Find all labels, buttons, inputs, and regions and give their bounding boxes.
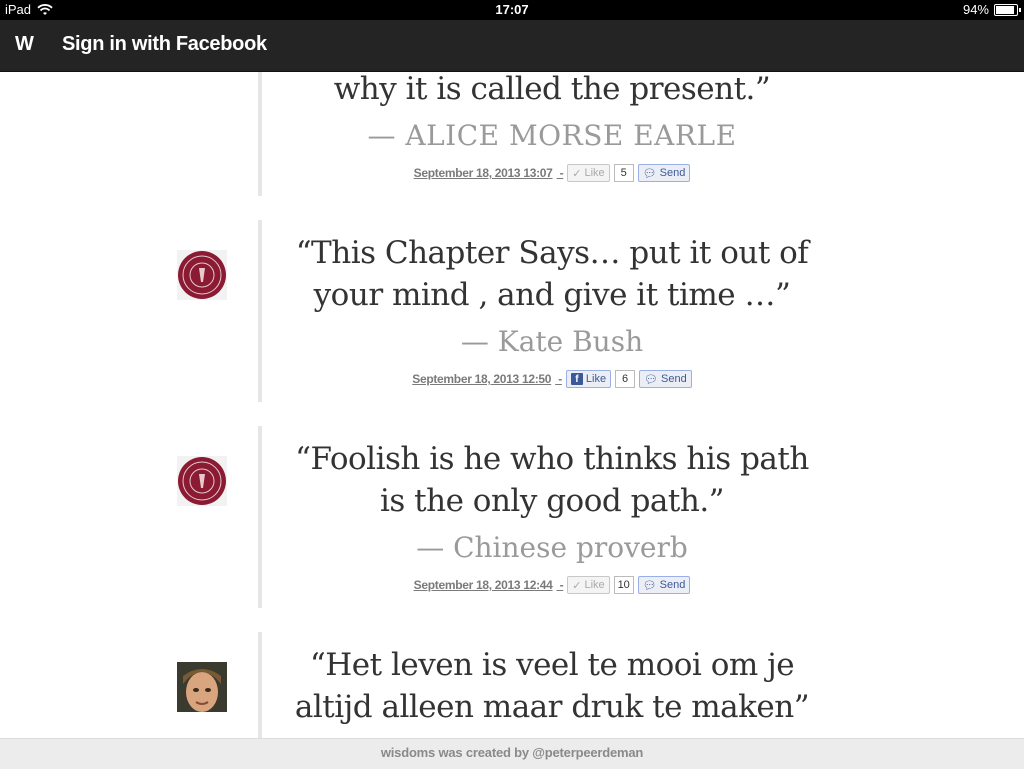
quote-entry: why it is called the present.” — ALICE M… [0,72,1024,196]
speech-bubble-icon: 💬︎ [644,373,659,386]
send-button[interactable]: 💬︎ Send [637,164,691,182]
entry-meta: September 18, 2013 12:50 - f Like 6 💬︎ Sen… [262,370,842,388]
battery-icon [994,3,1021,16]
quote-text: “This Chapter Says… put it out of your m… [295,235,809,313]
like-count: 10 [613,576,634,594]
clock: 17:07 [495,2,529,17]
like-count: 5 [613,164,634,182]
quote-entry: “Het leven is veel te mooi om je altijd … [0,632,1024,738]
like-count: 6 [615,370,636,388]
sign-in-facebook-button[interactable]: Sign in with Facebook [62,33,267,56]
check-icon: ✓ [572,167,582,180]
footer-credit[interactable]: wisdoms was created by @peterpeerdeman [381,745,643,760]
quote-author: — Chinese proverb [416,531,688,564]
entry-date-link[interactable]: September 18, 2013 12:50 [412,372,551,386]
entry-date-link[interactable]: September 18, 2013 12:44 [414,578,553,592]
status-bar: iPad 17:07 94% [0,0,1024,20]
avatar[interactable] [177,662,227,712]
footer: wisdoms was created by @peterpeerdeman [0,738,1024,769]
check-icon: ✓ [572,579,582,592]
speech-bubble-icon: 💬︎ [642,167,657,180]
user-photo-icon [177,662,227,712]
battery-percentage: 94% [962,2,989,17]
quote-author: — Kate Bush [460,325,644,358]
entry-meta: September 18, 2013 13:07 - ✓ Like 5 💬︎ Sen… [262,164,842,182]
quote-text: “Foolish is he who thinks his path is th… [295,441,809,519]
send-button[interactable]: 💬︎ Send [637,576,691,594]
seal-avatar-icon [177,456,227,506]
like-button[interactable]: ✓ Like [567,164,610,182]
seal-avatar-icon [177,250,227,300]
quote-text: “Het leven is veel te mooi om je altijd … [294,647,810,725]
avatar[interactable] [177,456,227,506]
quote-author: — ALICE MORSE EARLE [367,119,737,152]
like-button[interactable]: ✓ Like [567,576,610,594]
like-button[interactable]: f Like [565,370,612,388]
avatar[interactable] [177,250,227,300]
speech-bubble-icon: 💬︎ [642,579,657,592]
entry-date-link[interactable]: September 18, 2013 13:07 [414,166,553,180]
quote-feed[interactable]: why it is called the present.” — ALICE M… [0,72,1024,738]
app-logo[interactable]: W [15,33,34,56]
send-button[interactable]: 💬︎ Send [639,370,692,388]
quote-text: why it is called the present.” [333,72,771,107]
quote-entry: “This Chapter Says… put it out of your m… [0,220,1024,402]
app-header: W Sign in with Facebook [0,20,1024,72]
entry-meta: September 18, 2013 12:44 - ✓ Like 10 💬︎ Se… [262,576,842,594]
quote-entry: “Foolish is he who thinks his path is th… [0,426,1024,608]
facebook-icon: f [570,373,583,385]
